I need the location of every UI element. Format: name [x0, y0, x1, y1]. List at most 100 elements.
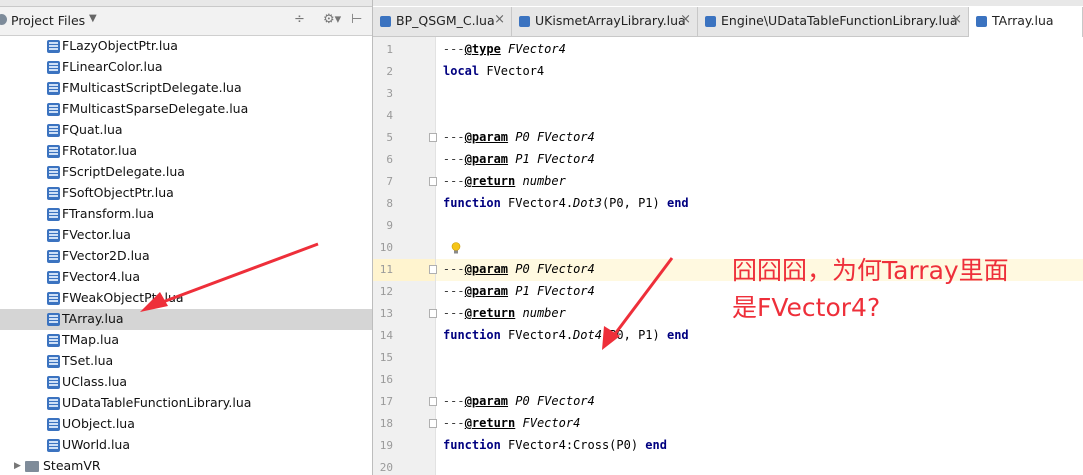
close-icon[interactable]: ×	[680, 12, 691, 27]
identifier: FVector4.	[500, 196, 574, 210]
editor-top-strip	[373, 0, 1083, 6]
file-name: UWorld.lua	[62, 437, 130, 452]
file-item[interactable]: FMulticastScriptDelegate.lua	[0, 78, 372, 99]
file-item[interactable]: TSet.lua	[0, 351, 372, 372]
line-number: 20	[379, 461, 393, 474]
fold-marker[interactable]	[429, 265, 437, 274]
close-icon[interactable]: ×	[951, 12, 962, 27]
close-icon[interactable]: ×	[494, 12, 505, 27]
doc-type: number	[515, 306, 566, 320]
file-item[interactable]: UDataTableFunctionLibrary.lua	[0, 393, 372, 414]
hide-panel-icon[interactable]: ⊢	[351, 12, 362, 27]
doc-type: number	[515, 174, 566, 188]
line-number: 13	[379, 307, 393, 320]
file-item[interactable]: FLazyObjectPtr.lua	[0, 36, 372, 57]
identifier: FVector4:Cross(P0)	[500, 438, 646, 452]
file-item[interactable]: UObject.lua	[0, 414, 372, 435]
file-item[interactable]: FVector4.lua	[0, 267, 372, 288]
doc-tag: @return	[464, 174, 516, 188]
annotation-line-1: 囧囧囧，为何Tarray里面	[732, 256, 1009, 285]
arguments: (P0, P1)	[601, 196, 667, 210]
file-item[interactable]: FScriptDelegate.lua	[0, 162, 372, 183]
doc-tag: @type	[464, 42, 501, 56]
lua-file-icon	[976, 16, 987, 27]
file-name: FVector4.lua	[62, 269, 141, 284]
tab-ukismetarraylibrary[interactable]: UKismetArrayLibrary.lua ×	[512, 7, 698, 36]
gear-icon[interactable]: ⚙▾	[323, 12, 341, 27]
line-number: 10	[379, 241, 393, 254]
code-line-11: ---@param P0 FVector4	[443, 262, 595, 276]
chevron-down-icon[interactable]: ▼	[89, 13, 97, 24]
lua-file-icon	[519, 16, 530, 27]
param-name: P1	[508, 152, 530, 166]
tab-bp-qsgm[interactable]: BP_QSGM_C.lua ×	[373, 7, 512, 36]
param-name: P0	[508, 394, 530, 408]
file-name: FRotator.lua	[62, 143, 138, 158]
folder-steamvr[interactable]: ▶ SteamVR	[0, 456, 372, 475]
file-name: TArray.lua	[62, 311, 124, 326]
lua-file-icon	[47, 40, 60, 53]
lua-file-icon	[47, 355, 60, 368]
line-number: 11	[379, 263, 393, 276]
doc-type: FVector4	[529, 262, 595, 276]
fold-marker[interactable]	[429, 309, 437, 318]
arguments: (P0, P1)	[601, 328, 667, 342]
tab-label: Engine\UDataTableFunctionLibrary.lua	[721, 13, 958, 28]
code-line-8: function FVector4.Dot3(P0, P1) end	[443, 196, 689, 210]
file-item[interactable]: TArray.lua	[0, 309, 372, 330]
doc-tag: @param	[464, 130, 509, 144]
tab-tarray[interactable]: TArray.lua	[969, 7, 1083, 37]
expand-arrow-icon[interactable]: ▶	[14, 461, 21, 471]
tab-udatatablefunctionlibrary[interactable]: Engine\UDataTableFunctionLibrary.lua ×	[698, 7, 969, 36]
file-name: UDataTableFunctionLibrary.lua	[62, 395, 252, 410]
file-name: FWeakObjectPtr.lua	[62, 290, 184, 305]
file-item[interactable]: FQuat.lua	[0, 120, 372, 141]
file-item[interactable]: UWorld.lua	[0, 435, 372, 456]
panel-top-strip	[0, 0, 372, 7]
file-item[interactable]: FTransform.lua	[0, 204, 372, 225]
line-number: 1	[386, 43, 393, 56]
lua-file-icon	[47, 376, 60, 389]
param-name: P0	[508, 130, 530, 144]
lua-file-icon	[47, 271, 60, 284]
line-number: 18	[379, 417, 393, 430]
line-number: 8	[386, 197, 393, 210]
file-item[interactable]: FVector.lua	[0, 225, 372, 246]
file-name: FQuat.lua	[62, 122, 123, 137]
annotation-line-2: 是FVector4?	[732, 293, 881, 322]
doc-type: FVector4	[529, 394, 595, 408]
keyword: function	[443, 196, 501, 210]
collapse-all-icon[interactable]: ÷	[294, 12, 305, 27]
file-item[interactable]: FVector2D.lua	[0, 246, 372, 267]
lua-file-icon	[47, 145, 60, 158]
file-item[interactable]: FWeakObjectPtr.lua	[0, 288, 372, 309]
file-item[interactable]: TMap.lua	[0, 330, 372, 351]
fold-marker[interactable]	[429, 397, 437, 406]
fold-marker[interactable]	[429, 133, 437, 142]
comment-prefix: ---	[443, 416, 465, 430]
lua-file-icon	[47, 208, 60, 221]
param-name: P0	[508, 262, 530, 276]
lua-file-icon	[47, 334, 60, 347]
file-item[interactable]: UClass.lua	[0, 372, 372, 393]
doc-type: FVector4	[515, 416, 581, 430]
lightbulb-icon[interactable]	[451, 242, 461, 254]
fold-marker[interactable]	[429, 419, 437, 428]
comment-prefix: ---	[443, 130, 465, 144]
line-number: 17	[379, 395, 393, 408]
line-gutter[interactable]	[373, 37, 436, 475]
file-item[interactable]: FSoftObjectPtr.lua	[0, 183, 372, 204]
fold-marker[interactable]	[429, 177, 437, 186]
file-name: FLazyObjectPtr.lua	[62, 38, 178, 53]
lua-file-icon	[47, 418, 60, 431]
line-number: 15	[379, 351, 393, 364]
file-item[interactable]: FMulticastSparseDelegate.lua	[0, 99, 372, 120]
file-item[interactable]: FLinearColor.lua	[0, 57, 372, 78]
code-line-5: ---@param P0 FVector4	[443, 130, 595, 144]
doc-type: FVector4	[500, 42, 566, 56]
doc-tag: @return	[464, 306, 516, 320]
file-name: FMulticastScriptDelegate.lua	[62, 80, 242, 95]
file-item[interactable]: FRotator.lua	[0, 141, 372, 162]
file-name: FSoftObjectPtr.lua	[62, 185, 174, 200]
project-panel-title[interactable]: Project Files	[11, 13, 85, 28]
